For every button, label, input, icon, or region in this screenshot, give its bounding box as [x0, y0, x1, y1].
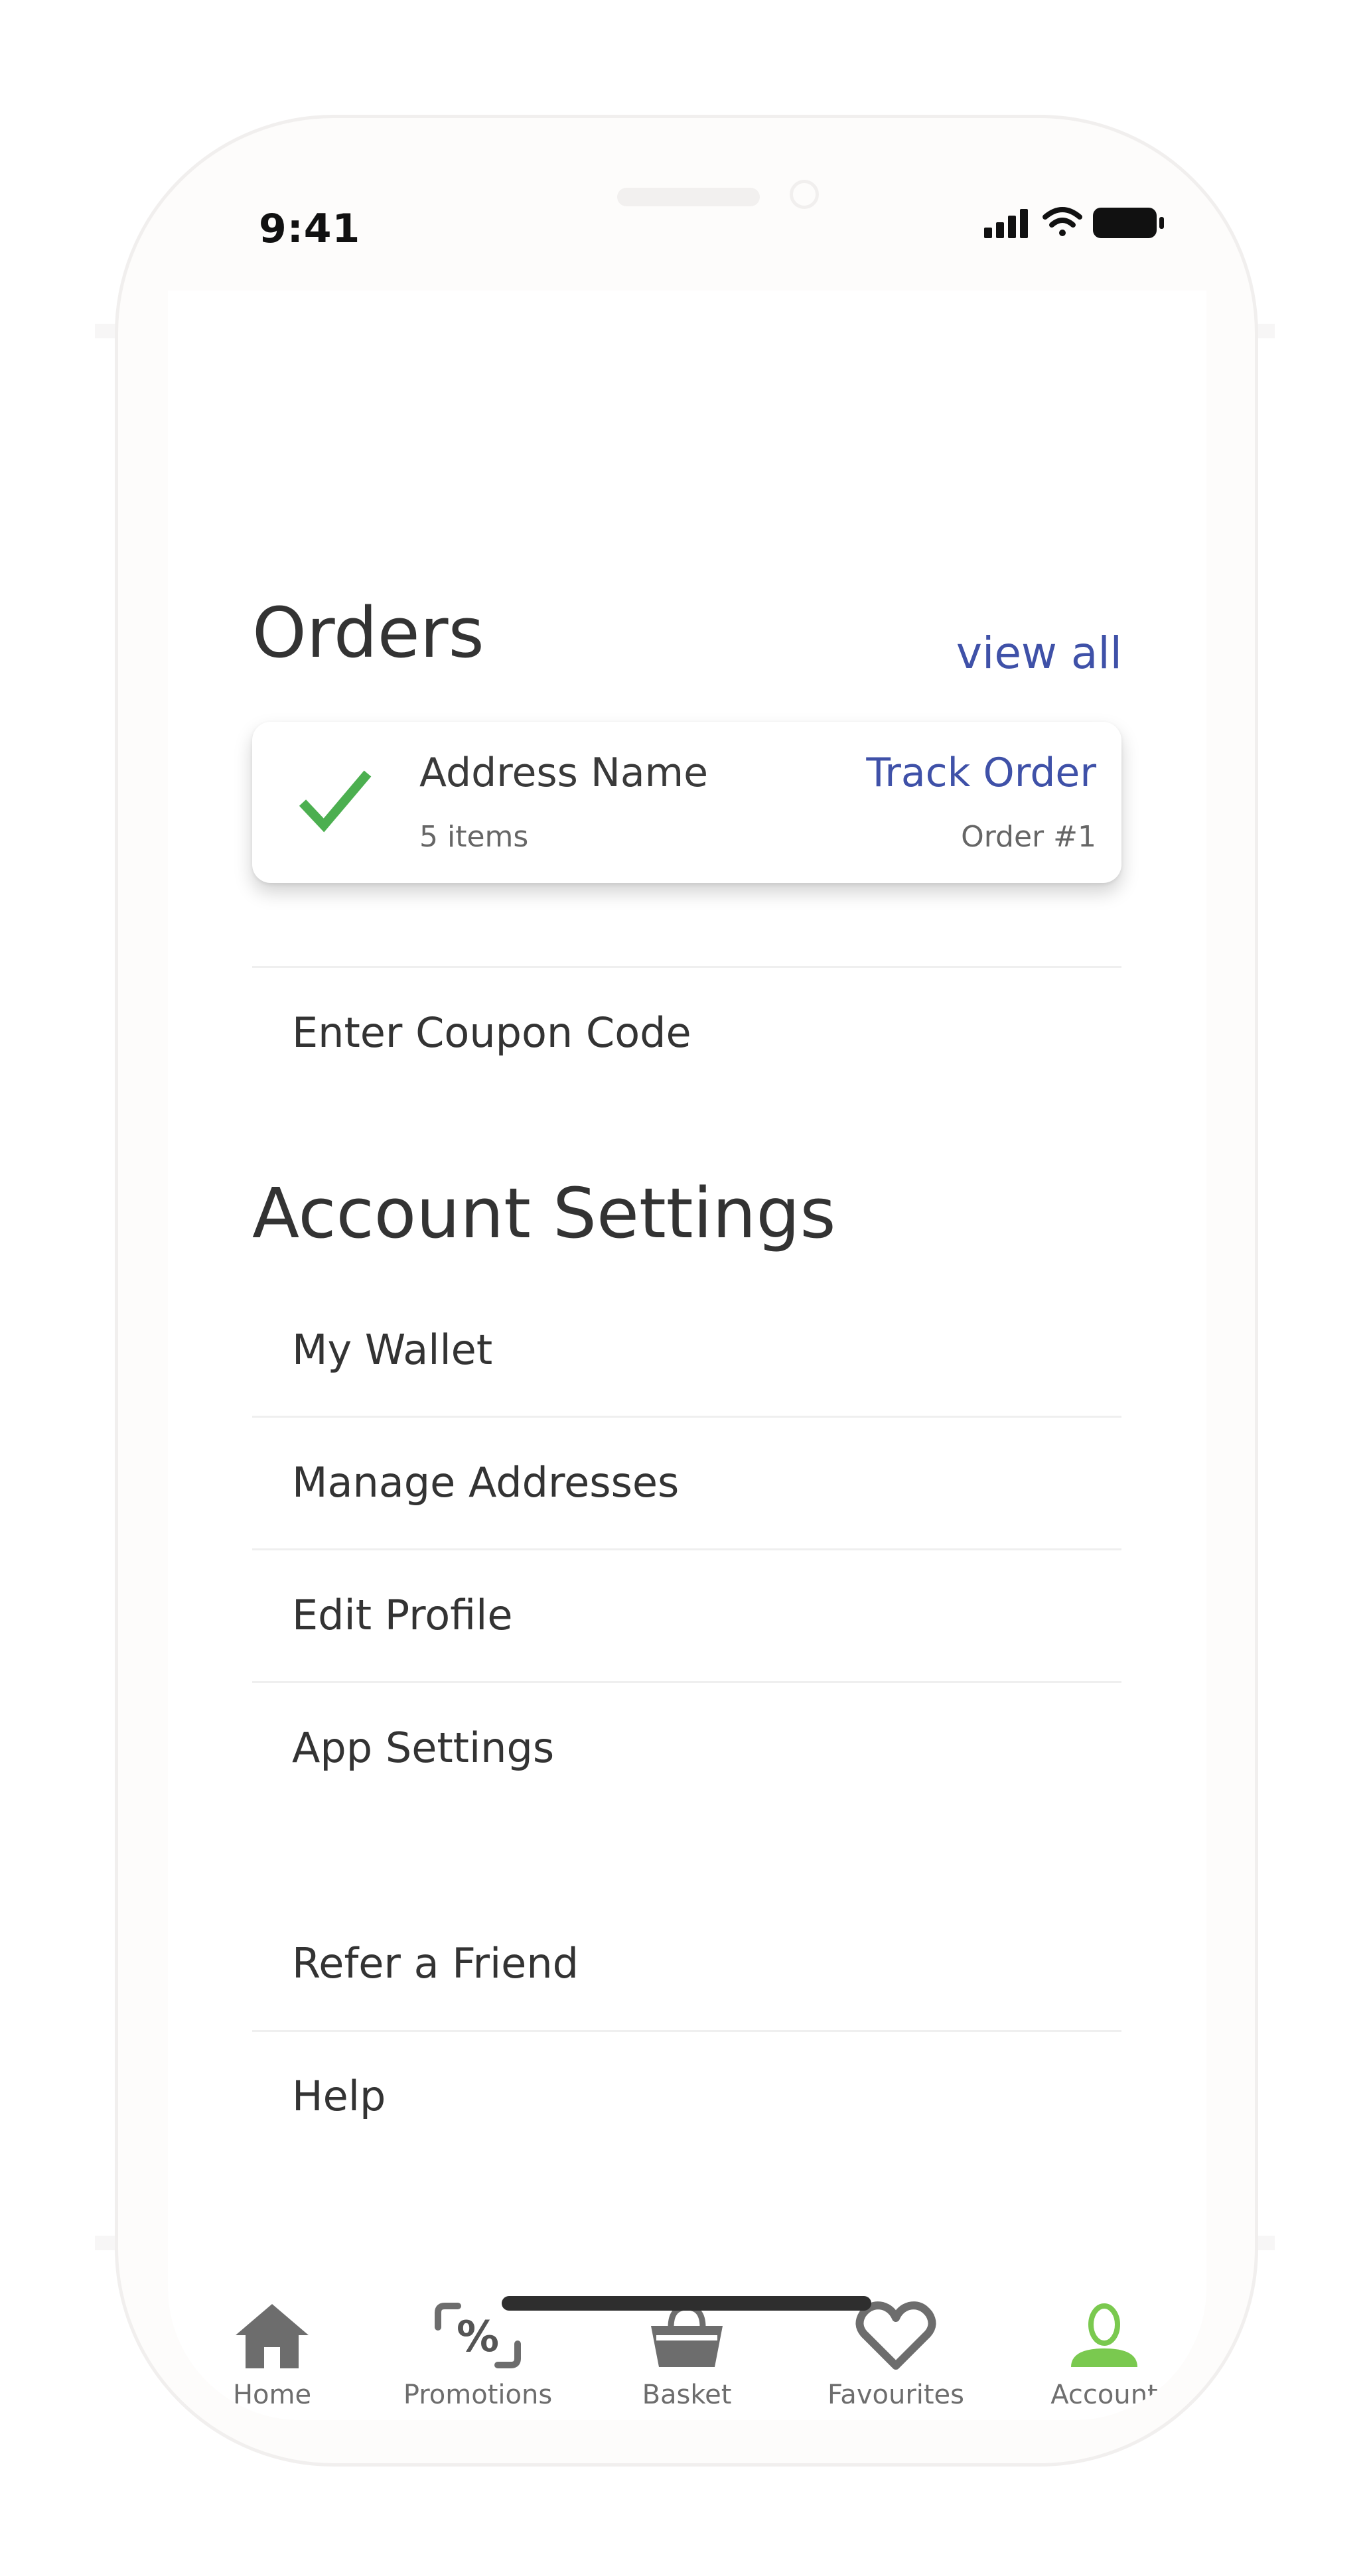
menu-item-manage-addresses[interactable]: Manage Addresses	[292, 1458, 679, 1507]
status-icons	[984, 207, 1164, 238]
tab-home[interactable]: Home	[186, 2301, 358, 2420]
order-items-count: 5 items	[419, 820, 529, 854]
bottom-tab-bar: Home % Promotions Basket Favourites Acco…	[168, 2301, 1206, 2420]
tab-favourites[interactable]: Favourites	[810, 2301, 982, 2420]
tab-label: Account	[1050, 2380, 1158, 2410]
tab-label: Favourites	[827, 2380, 965, 2410]
tab-label: Promotions	[403, 2380, 553, 2410]
home-indicator[interactable]	[502, 2296, 871, 2311]
menu-item-app-settings[interactable]: App Settings	[292, 1724, 554, 1772]
menu-item-my-wallet[interactable]: My Wallet	[292, 1325, 492, 1374]
menu-item-refer-a-friend[interactable]: Refer a Friend	[292, 1939, 579, 1988]
tab-promotions[interactable]: % Promotions	[392, 2301, 564, 2420]
tab-label: Basket	[642, 2380, 732, 2410]
home-icon	[236, 2304, 309, 2368]
menu-item-help[interactable]: Help	[292, 2072, 386, 2120]
menu-item-edit-profile[interactable]: Edit Profile	[292, 1591, 513, 1639]
speaker-grille	[617, 188, 760, 206]
track-order-link[interactable]: Track Order	[866, 750, 1096, 796]
battery-icon	[1093, 208, 1164, 238]
order-card[interactable]: Address Name 5 items Track Order Order #…	[252, 722, 1121, 883]
orders-title: Orders	[252, 592, 484, 673]
divider	[252, 1548, 1121, 1550]
view-all-link[interactable]: view all	[956, 628, 1122, 679]
account-screen: Orders view all Address Name 5 items Tra…	[168, 291, 1206, 2420]
svg-text:%: %	[457, 2313, 499, 2362]
tab-basket[interactable]: Basket	[601, 2301, 773, 2420]
tab-label: Home	[232, 2380, 312, 2410]
order-number: Order #1	[961, 820, 1096, 854]
phone-frame: 9:41 Orders view all Address Name 5 item…	[115, 115, 1258, 2467]
divider	[252, 2030, 1121, 2032]
basket-icon	[651, 2304, 723, 2367]
signal-icon	[984, 209, 1028, 238]
promotions-icon: %	[435, 2303, 521, 2368]
wifi-icon	[1043, 207, 1082, 236]
front-camera	[790, 180, 819, 209]
heart-icon	[855, 2301, 936, 2370]
status-time: 9:41	[259, 206, 361, 252]
divider	[252, 966, 1121, 968]
tab-account[interactable]: Account	[1018, 2301, 1190, 2420]
order-address-name: Address Name	[419, 750, 709, 796]
coupon-code-item[interactable]: Enter Coupon Code	[292, 1008, 691, 1057]
account-settings-title: Account Settings	[252, 1173, 836, 1254]
divider	[252, 1681, 1121, 1683]
check-icon	[299, 770, 372, 833]
divider	[252, 1416, 1121, 1418]
account-icon	[1071, 2303, 1137, 2367]
